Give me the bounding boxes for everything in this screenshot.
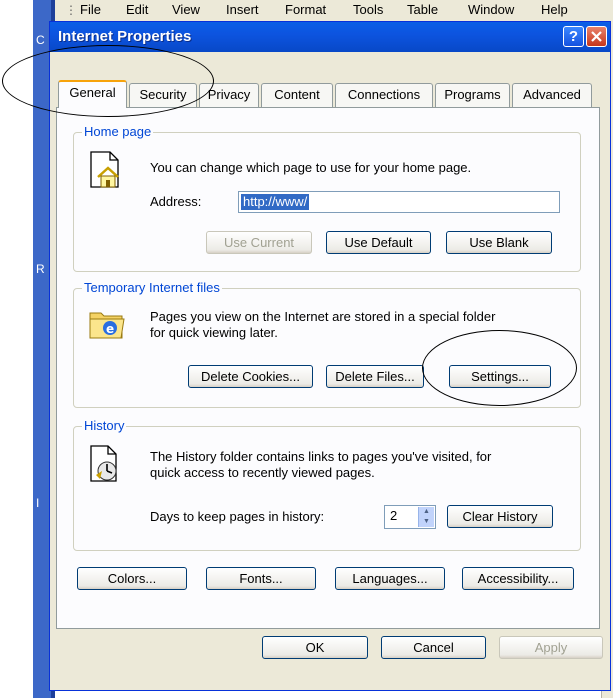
apply-button[interactable]: Apply (499, 636, 603, 659)
tab-security[interactable]: Security (129, 83, 197, 107)
temporary-files-description-line1: Pages you view on the Internet are store… (150, 309, 496, 324)
menu-edit[interactable]: Edit (126, 2, 148, 17)
tab-connections[interactable]: Connections (335, 83, 433, 107)
tab-content[interactable]: Content (261, 83, 333, 107)
delete-cookies-button[interactable]: Delete Cookies... (188, 365, 313, 388)
dialog-title: Internet Properties (58, 28, 192, 45)
home-page-group-title: Home page (82, 124, 154, 139)
menubar-grip-icon: ⋮ (65, 3, 77, 17)
history-icon (90, 445, 117, 482)
history-group: History The History folder contains link… (73, 418, 581, 551)
spinner-up-icon[interactable]: ▲ (419, 507, 434, 517)
settings-button[interactable]: Settings... (449, 365, 551, 388)
tab-programs[interactable]: Programs (435, 83, 510, 107)
background-menubar: ⋮ File Edit View Insert Format Tools Tab… (55, 0, 613, 22)
days-to-keep-value: 2 (390, 508, 398, 523)
menu-format[interactable]: Format (285, 2, 326, 17)
address-label: Address: (150, 194, 202, 209)
use-current-button[interactable]: Use Current (206, 231, 312, 254)
close-icon (591, 31, 602, 42)
temporary-files-description-line2: for quick viewing later. (150, 325, 278, 340)
spinner-arrows[interactable]: ▲ ▼ (418, 507, 434, 527)
accessibility-button[interactable]: Accessibility... (462, 567, 574, 590)
history-description-line1: The History folder contains links to pag… (150, 449, 492, 464)
ok-button[interactable]: OK (262, 636, 368, 659)
close-button[interactable] (586, 26, 607, 47)
dialog-titlebar[interactable]: Internet Properties ? (50, 22, 610, 52)
menu-tools[interactable]: Tools (353, 2, 383, 17)
temporary-files-group-title: Temporary Internet files (82, 280, 222, 295)
menu-insert[interactable]: Insert (226, 2, 259, 17)
days-to-keep-spinner[interactable]: 2 ▲ ▼ (384, 505, 436, 529)
home-page-description: You can change which page to use for you… (150, 160, 472, 175)
languages-button[interactable]: Languages... (335, 567, 445, 590)
tab-privacy[interactable]: Privacy (199, 83, 259, 107)
fonts-button[interactable]: Fonts... (206, 567, 316, 590)
delete-files-button[interactable]: Delete Files... (326, 365, 424, 388)
background-letter: I (36, 496, 40, 510)
spinner-down-icon[interactable]: ▼ (419, 517, 434, 527)
home-page-icon (90, 151, 119, 188)
menu-help[interactable]: Help (541, 2, 568, 17)
svg-text:e: e (106, 322, 114, 336)
menu-view[interactable]: View (172, 2, 200, 17)
tab-advanced[interactable]: Advanced (512, 83, 592, 107)
temporary-files-group: Temporary Internet files e Pages you vie… (73, 280, 581, 408)
tab-general[interactable]: General (58, 80, 127, 108)
days-to-keep-label: Days to keep pages in history: (150, 509, 325, 524)
home-page-group: Home page You can change which page to u… (73, 124, 581, 272)
menu-window[interactable]: Window (468, 2, 514, 17)
history-group-title: History (82, 418, 127, 433)
menu-file[interactable]: File (80, 2, 101, 17)
help-button[interactable]: ? (563, 26, 584, 47)
colors-button[interactable]: Colors... (77, 567, 187, 590)
history-description-line2: quick access to recently viewed pages. (150, 465, 375, 480)
menu-table[interactable]: Table (407, 2, 438, 17)
background-letter: R (36, 262, 45, 276)
temporary-files-folder-icon: e (89, 312, 125, 339)
clear-history-button[interactable]: Clear History (447, 505, 553, 528)
use-blank-button[interactable]: Use Blank (446, 231, 552, 254)
background-letter: C (36, 33, 45, 47)
internet-properties-dialog: Internet Properties ? General Security P… (49, 21, 611, 691)
use-default-button[interactable]: Use Default (326, 231, 431, 254)
address-input[interactable]: http://www/ (238, 191, 560, 213)
general-tab-panel: Home page You can change which page to u… (56, 107, 600, 629)
address-selected-text: http://www/ (241, 194, 310, 210)
cancel-button[interactable]: Cancel (381, 636, 486, 659)
